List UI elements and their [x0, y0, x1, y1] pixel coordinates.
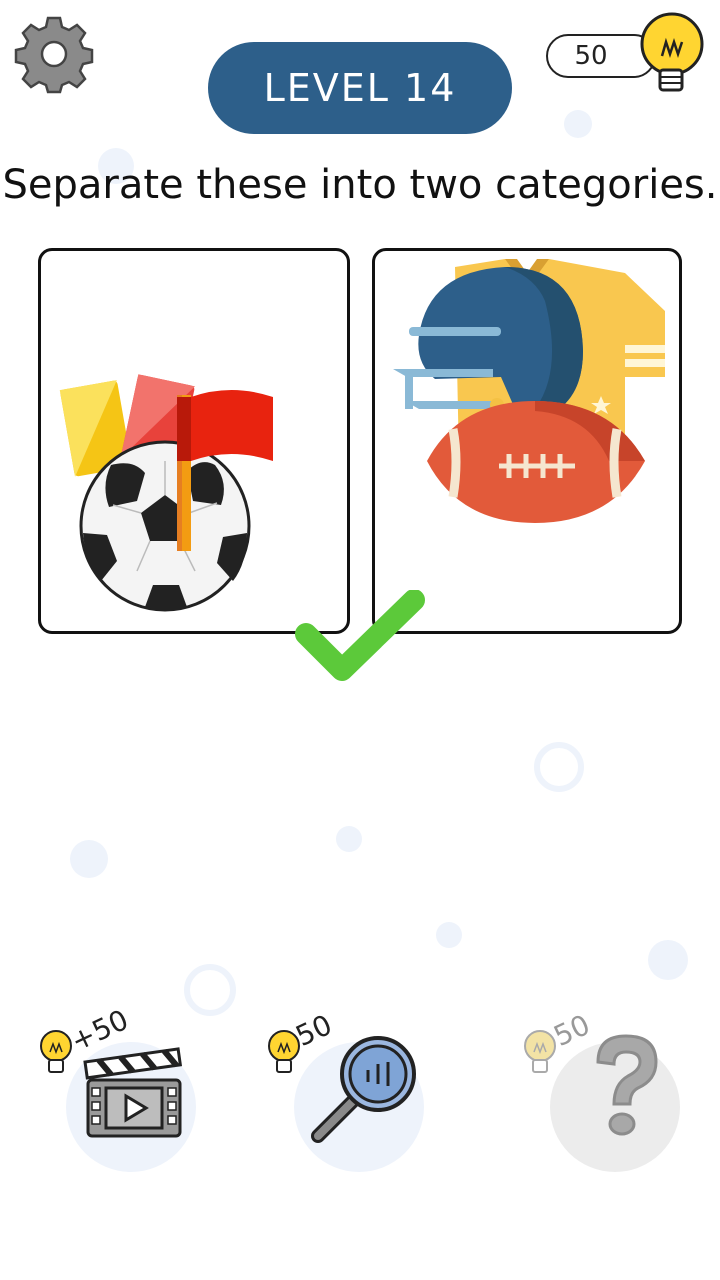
background-bubble: [648, 940, 688, 980]
background-bubble: [564, 110, 592, 138]
magnifier-icon: [311, 1036, 416, 1143]
hint-button[interactable]: 50: [520, 1008, 680, 1172]
magnifier-button[interactable]: 50: [264, 1008, 424, 1172]
category-panel-left[interactable]: [38, 248, 350, 634]
question-mark-icon: [596, 1034, 658, 1136]
category-panel-right[interactable]: [372, 248, 682, 634]
level-label: LEVEL 14: [263, 66, 457, 110]
soccer-items: [59, 374, 273, 612]
background-ring: [184, 964, 236, 1016]
lightbulb-icon: [640, 12, 704, 92]
clapperboard-icon: [83, 1047, 183, 1138]
background-bubble: [336, 826, 362, 852]
background-bubble: [70, 840, 108, 878]
background-ring: [534, 742, 584, 792]
background-bubble: [436, 922, 462, 948]
hint-count: 50: [574, 41, 608, 71]
checkmark-icon: [295, 590, 425, 681]
soccer-ball-icon: [79, 440, 251, 612]
gear-icon: [14, 16, 94, 94]
american-football-items: [393, 259, 665, 523]
watch-video-button[interactable]: +50: [36, 1003, 196, 1172]
instruction-text: Separate these into two categories.: [2, 162, 718, 208]
level-banner: LEVEL 14: [208, 42, 512, 134]
settings-button[interactable]: [12, 12, 96, 96]
